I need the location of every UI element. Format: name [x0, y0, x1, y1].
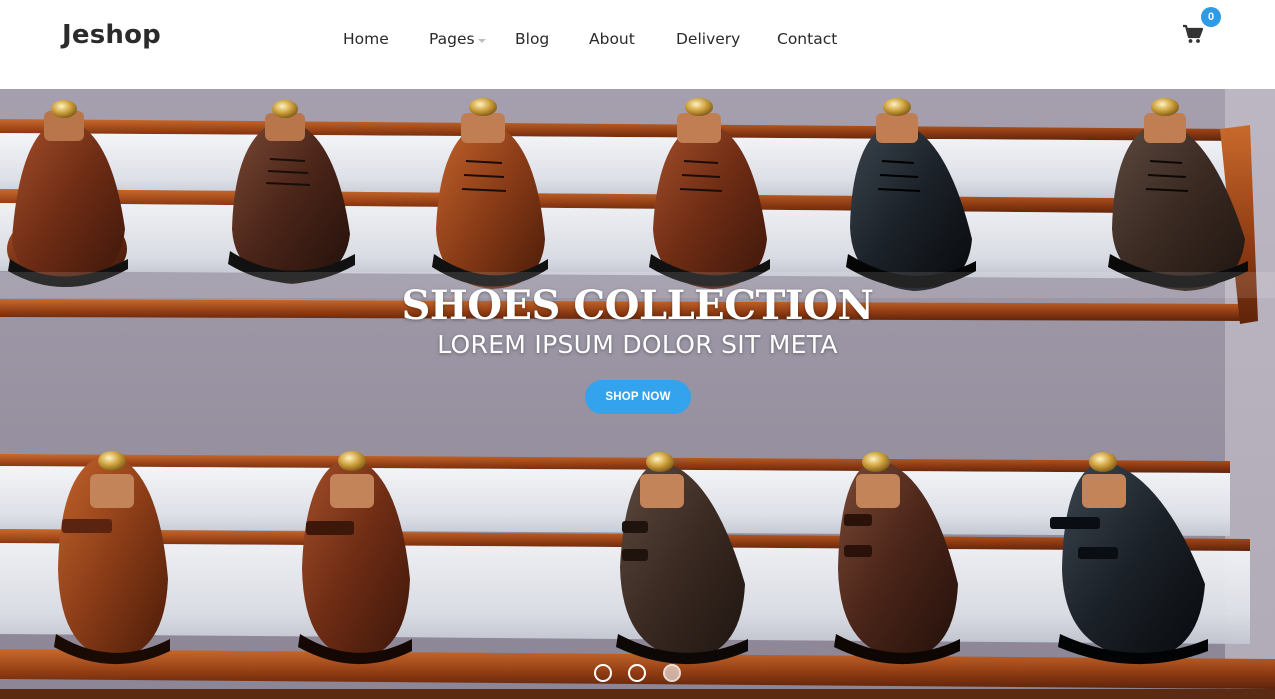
hero-subtitle: LOREM IPSUM DOLOR SIT META — [437, 330, 838, 359]
nav-about[interactable]: About — [589, 30, 635, 48]
nav-home[interactable]: Home — [343, 30, 389, 48]
hero-slider: SHOES COLLECTION LOREM IPSUM DOLOR SIT M… — [0, 89, 1275, 699]
nav-contact[interactable]: Contact — [777, 30, 837, 48]
nav-pages[interactable]: Pages — [429, 30, 475, 48]
cart-count-badge: 0 — [1201, 7, 1221, 27]
slider-dot-1[interactable] — [594, 664, 612, 682]
site-logo[interactable]: Jeshop — [62, 20, 161, 50]
shop-now-button[interactable]: SHOP NOW — [585, 380, 691, 414]
nav-delivery[interactable]: Delivery — [676, 30, 740, 48]
slider-dot-3[interactable] — [663, 664, 681, 682]
nav-blog[interactable]: Blog — [515, 30, 549, 48]
hero-title: SHOES COLLECTION — [401, 282, 874, 329]
site-header: Jeshop Home Pages Blog About Delivery Co… — [0, 0, 1275, 89]
slider-dot-2[interactable] — [628, 664, 646, 682]
shopping-cart-icon[interactable] — [1182, 24, 1204, 44]
chevron-down-icon — [478, 39, 486, 43]
